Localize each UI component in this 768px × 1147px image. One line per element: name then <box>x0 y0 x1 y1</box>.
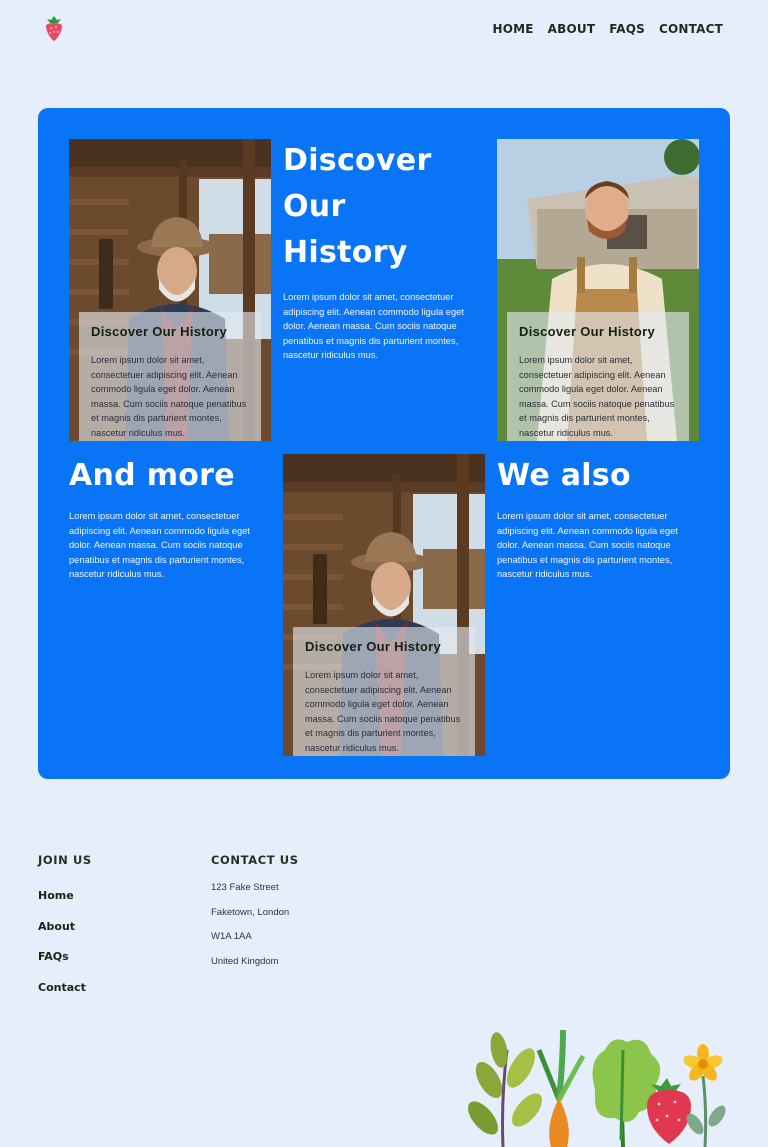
hero-title: Discover Our History <box>283 138 479 276</box>
nav-contact[interactable]: CONTACT <box>659 22 723 36</box>
card-text: Lorem ipsum dolor sit amet, consectetuer… <box>519 355 675 438</box>
we-also-body: Lorem ipsum dolor sit amet, consectetuer… <box>497 511 678 580</box>
footer-link-faqs[interactable]: FAQs <box>38 950 86 981</box>
history-card-1[interactable]: Discover Our History Lorem ipsum dolor s… <box>69 139 271 441</box>
hero-body: Lorem ipsum dolor sit amet, consectetuer… <box>283 292 464 361</box>
history-card-2[interactable]: Discover Our History Lorem ipsum dolor s… <box>497 139 699 441</box>
address-line-postcode: W1A 1AA <box>211 931 252 942</box>
we-also-block: We also Lorem ipsum dolor sit amet, cons… <box>497 453 697 582</box>
hero-main-text: Discover Our History Lorem ipsum dolor s… <box>283 138 479 363</box>
card-title: Discover Our History <box>305 639 442 654</box>
and-more-body: Lorem ipsum dolor sit amet, consectetuer… <box>69 511 250 580</box>
footer-link-contact[interactable]: Contact <box>38 981 86 1012</box>
we-also-title: We also <box>497 458 631 493</box>
vegetables-illustration-icon <box>468 1029 726 1147</box>
history-card-3[interactable]: Discover Our History Lorem ipsum dolor s… <box>283 454 485 756</box>
footer-link-home[interactable]: Home <box>38 889 86 920</box>
contact-us-heading: CONTACT US <box>211 853 299 867</box>
hero-panel: Discover Our History Lorem ipsum dolor s… <box>38 108 730 779</box>
address-line-country: United Kingdom <box>211 955 279 967</box>
footer-links: Home About FAQs Contact <box>38 889 86 1011</box>
footer-link-about[interactable]: About <box>38 920 86 951</box>
card-caption: Discover Our History Lorem ipsum dolor s… <box>293 627 475 756</box>
card-text: Lorem ipsum dolor sit amet, consectetuer… <box>305 670 461 753</box>
strawberry-logo-icon[interactable] <box>43 13 65 43</box>
and-more-title: And more <box>69 458 235 493</box>
join-us-heading: JOIN US <box>38 853 92 867</box>
card-title: Discover Our History <box>519 324 656 339</box>
card-title: Discover Our History <box>91 324 228 339</box>
nav-about[interactable]: ABOUT <box>548 22 596 36</box>
card-text: Lorem ipsum dolor sit amet, consectetuer… <box>91 355 247 438</box>
hero-title-line-1: Discover <box>283 143 432 178</box>
contact-address: 123 Fake Street Faketown, London W1A 1AA… <box>211 882 289 980</box>
and-more-block: And more Lorem ipsum dolor sit amet, con… <box>69 453 269 582</box>
card-caption: Discover Our History Lorem ipsum dolor s… <box>79 312 261 441</box>
hero-title-line-2: Our History <box>283 189 408 270</box>
address-line-city: Faketown, London <box>211 906 290 918</box>
address-line-street: 123 Fake Street <box>211 882 279 893</box>
card-caption: Discover Our History Lorem ipsum dolor s… <box>507 312 689 441</box>
main-nav: HOME ABOUT FAQS CONTACT <box>492 22 723 36</box>
nav-faqs[interactable]: FAQS <box>609 22 645 36</box>
nav-home[interactable]: HOME <box>492 22 533 36</box>
